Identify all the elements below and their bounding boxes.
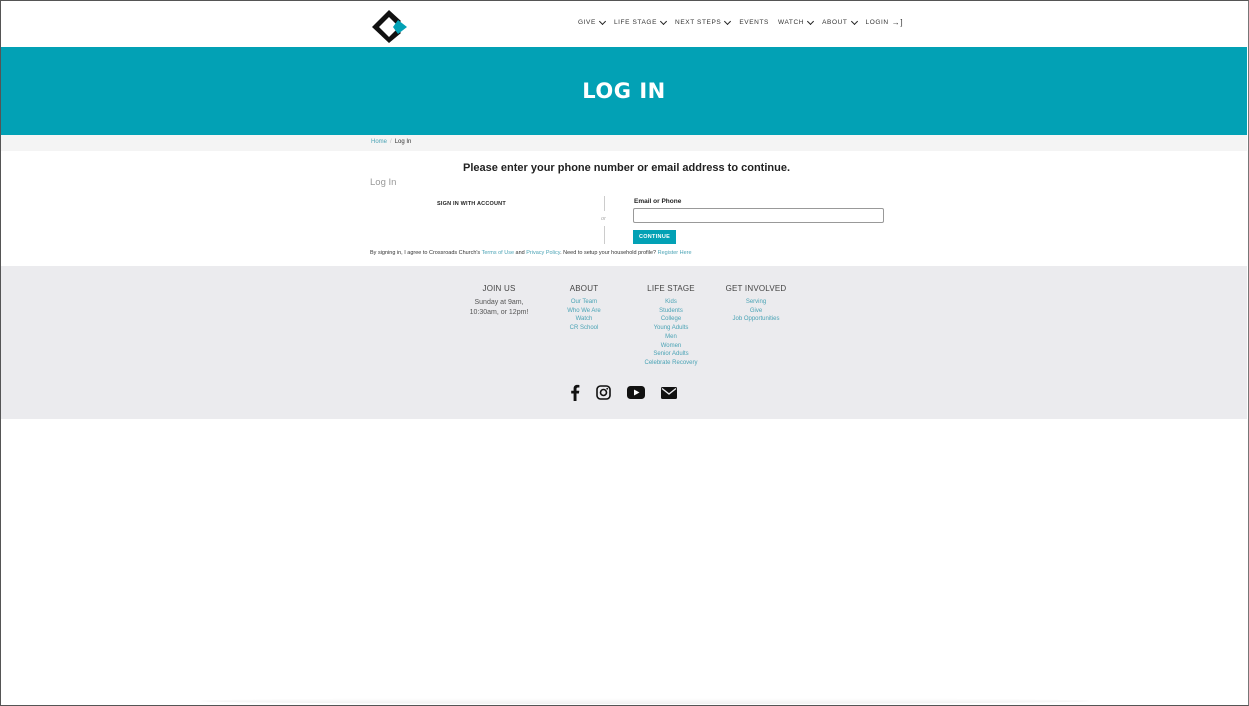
footer-about: ABOUT Our Team Who We Are Watch CR Schoo…: [556, 284, 612, 333]
footer-link-college[interactable]: College: [638, 315, 704, 324]
divider-line: [604, 196, 605, 211]
social-links: [570, 384, 677, 406]
footer-heading: LIFE STAGE: [647, 284, 695, 293]
service-times-line2: 10:30am, or 12pm!: [469, 309, 529, 316]
continue-button[interactable]: CONTINUE: [633, 230, 676, 244]
chevron-down-icon: [659, 17, 668, 25]
service-times-line1: Sunday at 9am,: [474, 299, 524, 306]
main-nav: GIVE LIFE STAGE NEXT STEPS EVENTS WATCH …: [578, 17, 912, 27]
chevron-down-icon: [724, 17, 732, 25]
terms-text: By signing in, I agree to Crossroads Chu…: [370, 250, 692, 256]
window-shadow: [200, 698, 1090, 704]
footer-heading: GET INVOLVED: [725, 284, 787, 293]
nav-about[interactable]: ABOUT: [822, 17, 858, 26]
footer-link-give[interactable]: Give: [721, 307, 791, 316]
divider-line: [604, 226, 605, 244]
login-prompt: Please enter your phone number or email …: [462, 162, 791, 174]
footer-link-watch[interactable]: Watch: [556, 315, 612, 324]
breadcrumb: Home / Log In: [371, 139, 411, 145]
nav-label: EVENTS: [739, 19, 769, 26]
privacy-policy-link[interactable]: Privacy Policy: [526, 250, 560, 256]
footer-heading: JOIN US: [482, 284, 516, 293]
footer-link-young-adults[interactable]: Young Adults: [638, 324, 704, 333]
nav-label: NEXT STEPS: [675, 19, 722, 26]
terms-of-use-link[interactable]: Terms of Use: [482, 250, 514, 256]
instagram-icon[interactable]: [596, 385, 611, 405]
footer-link-job-opportunities[interactable]: Job Opportunities: [721, 315, 791, 324]
footer-link-our-team[interactable]: Our Team: [556, 298, 612, 307]
or-label: or: [601, 216, 606, 222]
footer-get-involved: GET INVOLVED Serving Give Job Opportunit…: [721, 284, 791, 324]
register-here-link[interactable]: Register Here: [658, 250, 692, 256]
nav-login[interactable]: LOGIN →]: [865, 17, 904, 27]
footer-link-women[interactable]: Women: [638, 342, 704, 351]
footer-link-kids[interactable]: Kids: [638, 298, 704, 307]
footer-link-who-we-are[interactable]: Who We Are: [556, 307, 612, 316]
footer-life-stage: LIFE STAGE Kids Students College Young A…: [638, 284, 704, 368]
terms-and: and: [514, 250, 527, 256]
email-or-phone-input[interactable]: [633, 208, 884, 223]
section-title: Log In: [370, 177, 397, 188]
footer-link-celebrate-recovery[interactable]: Celebrate Recovery: [638, 359, 704, 368]
facebook-icon[interactable]: [570, 384, 580, 406]
terms-middle: . Need to setup your household profile?: [560, 250, 658, 256]
nav-label: ABOUT: [822, 19, 848, 26]
footer-link-cr-school[interactable]: CR School: [556, 324, 612, 333]
footer-link-senior-adults[interactable]: Senior Adults: [638, 350, 704, 359]
footer-link-men[interactable]: Men: [638, 333, 704, 342]
nav-label: GIVE: [578, 19, 596, 26]
footer-join-us: JOIN US Sunday at 9am, 10:30am, or 12pm!: [461, 284, 537, 318]
sign-in-icon: →]: [891, 17, 904, 27]
nav-give[interactable]: GIVE: [578, 17, 606, 26]
youtube-icon[interactable]: [627, 386, 645, 404]
sign-in-with-account-link[interactable]: SIGN IN WITH ACCOUNT: [437, 201, 506, 207]
nav-label: LOGIN: [865, 19, 889, 26]
nav-label: LIFE STAGE: [613, 19, 658, 26]
page-title: LOG IN: [582, 79, 666, 103]
nav-events[interactable]: EVENTS: [739, 19, 769, 26]
footer-heading: ABOUT: [569, 284, 599, 293]
breadcrumb-separator: /: [390, 139, 392, 145]
footer-link-serving[interactable]: Serving: [721, 298, 791, 307]
page-banner: LOG IN: [1, 47, 1247, 135]
nav-label: WATCH: [777, 19, 805, 26]
breadcrumb-bar: Home / Log In: [1, 135, 1247, 151]
chevron-down-icon: [807, 17, 815, 25]
nav-next-steps[interactable]: NEXT STEPS: [675, 17, 732, 26]
crossroads-logo[interactable]: [371, 8, 413, 44]
terms-prefix: By signing in, I agree to Crossroads Chu…: [370, 250, 482, 256]
email-icon[interactable]: [661, 386, 677, 404]
nav-life-stage[interactable]: LIFE STAGE: [613, 17, 668, 26]
breadcrumb-home[interactable]: Home: [371, 139, 387, 145]
footer-link-students[interactable]: Students: [638, 307, 704, 316]
breadcrumb-current: Log In: [394, 139, 412, 145]
chevron-down-icon: [598, 17, 606, 25]
nav-watch[interactable]: WATCH: [777, 17, 815, 26]
chevron-down-icon: [850, 17, 858, 25]
email-phone-label: Email or Phone: [634, 198, 682, 205]
